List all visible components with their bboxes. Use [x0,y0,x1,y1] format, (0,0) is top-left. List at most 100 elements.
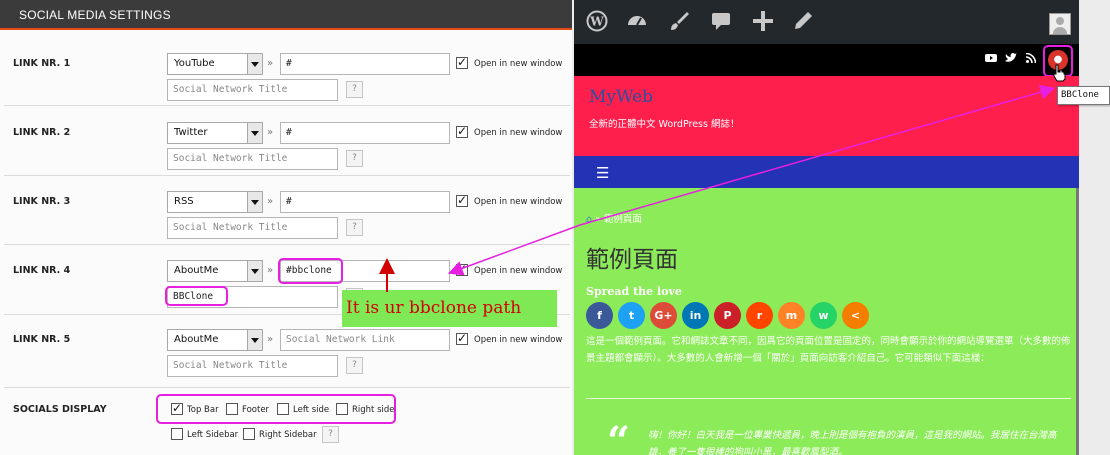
url-input[interactable]: # [280,191,450,213]
share-icon[interactable]: < [842,302,869,329]
hand-cursor-icon [1053,64,1066,82]
right-sidebar-label: Right Sidebar [259,430,317,440]
facebook-share-icon[interactable]: f [586,302,613,329]
site-tagline: 全新的正體中文 WordPress 網誌！ [589,119,740,130]
tooltip: BBClone [1057,86,1110,105]
new-window-checkbox[interactable] [456,193,468,207]
network-select-value: AboutMe [174,334,219,345]
edit-icon[interactable] [792,10,814,32]
wordpress-icon[interactable]: W [586,10,608,32]
footer-checkbox[interactable] [226,403,238,415]
socials-display-row: SOCIALS DISPLAY Top Bar Footer Left side… [4,388,570,455]
social-media-settings-panel: SOCIAL MEDIA SETTINGS LINK NR. 1 YouTube… [0,0,572,455]
breadcrumb-current: 範例頁面 [603,214,642,225]
help-button[interactable]: ? [346,81,363,98]
chevron-down-icon [247,261,262,281]
chevron-down-icon [247,54,262,74]
twitter-icon[interactable] [1005,53,1017,66]
title-input[interactable]: Social Network Title [167,79,338,101]
separator-icon: » [267,127,274,138]
new-window-checkbox[interactable] [456,262,468,276]
network-select[interactable]: YouTube [167,53,263,75]
admin-bar: W [574,0,1079,44]
reddit-share-icon[interactable]: r [746,302,773,329]
menu-icon[interactable]: ☰ [596,164,609,182]
help-button[interactable]: ? [346,150,363,167]
network-select-value: AboutMe [174,265,219,276]
content-divider [586,398,1071,399]
breadcrumb: ⌂ » 範例頁面 [586,211,642,225]
title-input[interactable]: Social Network Title [167,217,338,239]
link-label: LINK NR. 5 [13,334,71,345]
settings-header: SOCIAL MEDIA SETTINGS [0,0,572,30]
leftside-checkbox[interactable] [277,403,289,415]
footer-label: Footer [242,405,270,415]
comment-icon[interactable] [710,10,732,32]
network-select[interactable]: AboutMe [167,260,263,282]
link-row-2: LINK NR. 2 Twitter » # Open in new windo… [4,106,570,176]
link-label: LINK NR. 1 [13,58,71,69]
site-header: MyWeb 全新的正體中文 WordPress 網誌！ [574,76,1079,156]
rss-icon[interactable] [1025,52,1037,66]
new-window-label: Open in new window [474,266,563,276]
settings-title: SOCIAL MEDIA SETTINGS [19,8,171,22]
new-window-checkbox[interactable] [456,55,468,69]
whatsapp-share-icon[interactable]: w [810,302,837,329]
google-plus-share-icon[interactable]: G+ [650,302,677,329]
left-sidebar-label: Left Sidebar [187,430,239,440]
title-input[interactable]: Social Network Title [167,355,338,377]
title-highlight [165,286,228,306]
network-select[interactable]: AboutMe [167,329,263,351]
title-input[interactable]: Social Network Title [167,148,338,170]
url-input[interactable]: # [280,53,450,75]
youtube-icon[interactable] [985,53,997,66]
help-button[interactable]: ? [346,357,363,374]
network-select[interactable]: RSS [167,191,263,213]
link-label: LINK NR. 3 [13,196,71,207]
twitter-share-icon[interactable]: t [618,302,645,329]
avatar[interactable] [1049,13,1071,35]
url-highlight [278,258,343,284]
brush-icon[interactable] [668,10,690,32]
quote-icon: “ [607,418,631,455]
right-sidebar-checkbox[interactable] [243,428,255,440]
link-row-1: LINK NR. 1 YouTube » # Open in new windo… [4,36,570,106]
plus-icon[interactable] [752,10,774,32]
new-window-label: Open in new window [474,128,563,138]
home-icon[interactable]: ⌂ [586,214,592,225]
main-navigation: ☰ [574,156,1079,188]
network-select-value: RSS [174,196,194,207]
url-input[interactable]: # [280,122,450,144]
site-preview: W ● MyWeb 全新的正體中文 WordPress 網誌！ ☰ ⌂ » 範例… [572,0,1110,455]
new-window-label: Open in new window [474,335,563,345]
link-row-3: LINK NR. 3 RSS » # Open in new window So… [4,176,570,245]
new-window-checkbox[interactable] [456,124,468,138]
top-social-bar: ● [574,44,1079,76]
url-input[interactable]: Social Network Link [280,329,450,351]
pinterest-share-icon[interactable]: P [714,302,741,329]
network-select[interactable]: Twitter [167,122,263,144]
topbar-checkbox[interactable] [171,401,183,415]
separator-icon: » [267,265,274,276]
link-label: LINK NR. 4 [13,265,71,276]
rightside-label: Right side [352,405,395,415]
chevron-down-icon [247,123,262,143]
left-sidebar-checkbox[interactable] [171,428,183,440]
page-body-text: 這是一個範例頁面。它和網誌文章不同，因爲它的頁面位置是固定的，同時會顯示於你的網… [586,336,1071,364]
network-select-value: YouTube [174,58,215,69]
breadcrumb-separator: » [595,214,601,225]
topbar-label: Top Bar [187,405,219,415]
site-title[interactable]: MyWeb [589,87,653,107]
dashboard-icon[interactable] [626,10,648,32]
link-label: LINK NR. 2 [13,127,71,138]
mix-share-icon[interactable]: m [778,302,805,329]
help-button[interactable]: ? [346,219,363,236]
new-window-label: Open in new window [474,197,563,207]
linkedin-share-icon[interactable]: in [682,302,709,329]
annotation-label: It is ur bbclone path [342,290,557,327]
svg-text:W: W [589,15,604,29]
new-window-label: Open in new window [474,59,563,69]
new-window-checkbox[interactable] [456,331,468,345]
rightside-checkbox[interactable] [336,403,348,415]
help-button[interactable]: ? [322,426,339,443]
